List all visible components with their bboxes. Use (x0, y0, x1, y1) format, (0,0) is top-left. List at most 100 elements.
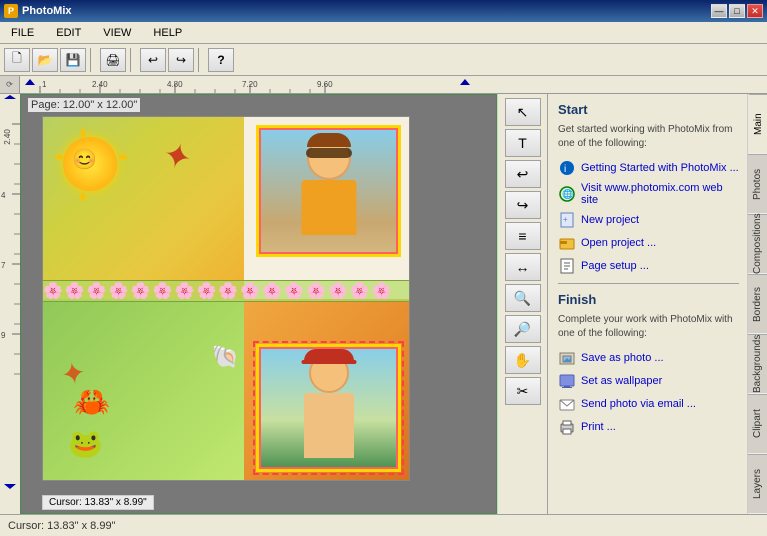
tab-compositions[interactable]: Compositions (748, 214, 767, 274)
menu-bar: FILE EDIT VIEW HELP (0, 22, 767, 44)
toolbar-open[interactable]: 📂 (32, 48, 58, 72)
minimize-button[interactable]: — (711, 4, 727, 18)
status-bar: Cursor: 13.83" x 8.99" (0, 514, 767, 536)
toolbar-print[interactable]: 🖨 (100, 48, 126, 72)
canvas-area[interactable]: Page: 12.00" x 12.00" (20, 94, 497, 514)
menu-help[interactable]: HELP (142, 22, 193, 43)
menu-view[interactable]: VIEW (92, 22, 142, 43)
tool-flip[interactable]: ↔ (505, 253, 541, 281)
toolbar-undo[interactable]: ↩ (140, 48, 166, 72)
menu-edit-label: EDIT (56, 27, 81, 39)
tool-select[interactable]: ↖ (505, 98, 541, 126)
svg-text:i: i (564, 164, 566, 175)
title-bar: P PhotoMix — □ ✕ (0, 0, 767, 22)
svg-text:2.40: 2.40 (3, 129, 12, 145)
toolbar: 🗋 📂 💾 🖨 ↩ ↪ ? (0, 44, 767, 76)
shell1: 🐚 (212, 344, 239, 370)
tool-crop[interactable]: ✂ (505, 377, 541, 405)
photo-canvas[interactable]: 😊 ✦ ✦ 🐚 🐚 🌸🌸🌸🌸🌸🌸🌸🌸🌸🌸🌸🌸🌸🌸🌸🌸 🦀 (42, 116, 410, 481)
tool-zoom-out[interactable]: 🔎 (505, 315, 541, 343)
link-save-photo[interactable]: Save as photo ... (558, 349, 739, 367)
menu-edit[interactable]: EDIT (45, 22, 92, 43)
svg-text:1: 1 (42, 80, 47, 89)
tool-redo[interactable]: ↪ (505, 191, 541, 219)
frog-decoration: 🐸 (68, 427, 103, 460)
link-page-setup[interactable]: Page setup ... (558, 257, 739, 275)
tab-clipart[interactable]: Clipart (748, 394, 767, 454)
toolbar-save[interactable]: 💾 (60, 48, 86, 72)
close-button[interactable]: ✕ (747, 4, 763, 18)
svg-text:4.80: 4.80 (167, 80, 183, 89)
tool-text[interactable]: T (505, 129, 541, 157)
menu-help-label: HELP (153, 27, 182, 39)
link-set-wallpaper[interactable]: Set as wallpaper (558, 372, 739, 390)
link-getting-started[interactable]: i Getting Started with PhotoMix ... (558, 159, 739, 177)
tab-backgrounds[interactable]: Backgrounds (748, 334, 767, 394)
tool-panel: ↖ T ↩ ↪ ≡ ↔ 🔍 🔎 ✋ ✂ (497, 94, 547, 514)
ruler-right-spacer (497, 76, 767, 94)
toolbar-sep2 (130, 48, 136, 72)
link-print[interactable]: Print ... (558, 418, 739, 436)
ruler-corner: ⟳ (0, 76, 20, 94)
link-icon-open-project (558, 234, 576, 252)
crab-decoration: 🦀 (73, 385, 110, 420)
link-new-project[interactable]: + New project (558, 211, 739, 229)
toolbar-new[interactable]: 🗋 (4, 48, 30, 72)
finish-title: Finish (558, 292, 739, 307)
svg-text:9: 9 (1, 331, 6, 340)
toolbar-sep3 (198, 48, 204, 72)
app-icon: P (4, 4, 18, 18)
link-icon-new-project: + (558, 211, 576, 229)
menu-file-label: FILE (11, 27, 34, 39)
menu-file[interactable]: FILE (0, 22, 45, 43)
status-cursor: Cursor: 13.83" x 8.99" (8, 520, 115, 532)
link-website[interactable]: 🌐 Visit www.photomix.com web site (558, 182, 739, 206)
tool-zoom-in[interactable]: 🔍 (505, 284, 541, 312)
svg-text:7: 7 (1, 261, 6, 270)
link-icon-website: 🌐 (558, 185, 576, 203)
ruler-area: ⟳ 1 2.40 4.80 7.20 9.60 (0, 76, 767, 94)
svg-text:2.40: 2.40 (92, 80, 108, 89)
app-title: PhotoMix (22, 5, 72, 17)
title-text: P PhotoMix (4, 4, 72, 18)
link-icon-send-email (558, 395, 576, 413)
tab-main[interactable]: Main (748, 94, 767, 154)
photo-frame-2[interactable] (256, 344, 401, 472)
menu-view-label: VIEW (103, 27, 131, 39)
tool-hand[interactable]: ✋ (505, 346, 541, 374)
svg-text:🌐: 🌐 (562, 188, 573, 199)
svg-text:+: + (563, 215, 568, 224)
panel-divider (558, 283, 739, 284)
svg-text:4: 4 (1, 191, 6, 200)
tool-align[interactable]: ≡ (505, 222, 541, 250)
photo-frame-1[interactable] (256, 125, 401, 257)
link-icon-print (558, 418, 576, 436)
toolbar-help[interactable]: ? (208, 48, 234, 72)
right-panel: Start Get started working with PhotoMix … (547, 94, 767, 514)
link-icon-set-wallpaper (558, 372, 576, 390)
toolbar-redo[interactable]: ↪ (168, 48, 194, 72)
link-icon-save-photo (558, 349, 576, 367)
main-area: 2.40 4 7 9 (0, 94, 767, 514)
svg-text:9.60: 9.60 (317, 80, 333, 89)
tool-undo[interactable]: ↩ (505, 160, 541, 188)
tab-borders[interactable]: Borders (748, 274, 767, 334)
link-open-project[interactable]: Open project ... (558, 234, 739, 252)
cursor-label: Cursor: 13.83" x 8.99" (42, 495, 154, 510)
panel-content: Start Get started working with PhotoMix … (548, 94, 747, 514)
maximize-button[interactable]: □ (729, 4, 745, 18)
window-controls: — □ ✕ (711, 4, 763, 18)
v-ruler: 2.40 4 7 9 (0, 94, 20, 514)
toolbar-sep1 (90, 48, 96, 72)
link-send-email[interactable]: Send photo via email ... (558, 395, 739, 413)
tab-photos[interactable]: Photos (748, 154, 767, 214)
svg-text:7.20: 7.20 (242, 80, 258, 89)
sun-decoration: 😊 (55, 129, 127, 201)
start-section: Start Get started working with PhotoMix … (558, 102, 739, 275)
link-icon-page-setup (558, 257, 576, 275)
start-title: Start (558, 102, 739, 117)
tab-layers[interactable]: Layers (748, 454, 767, 514)
page-label: Page: 12.00" x 12.00" (28, 98, 140, 112)
link-icon-getting-started: i (558, 159, 576, 177)
flower-border: 🌸🌸🌸🌸🌸🌸🌸🌸🌸🌸🌸🌸🌸🌸🌸🌸 (43, 280, 409, 302)
